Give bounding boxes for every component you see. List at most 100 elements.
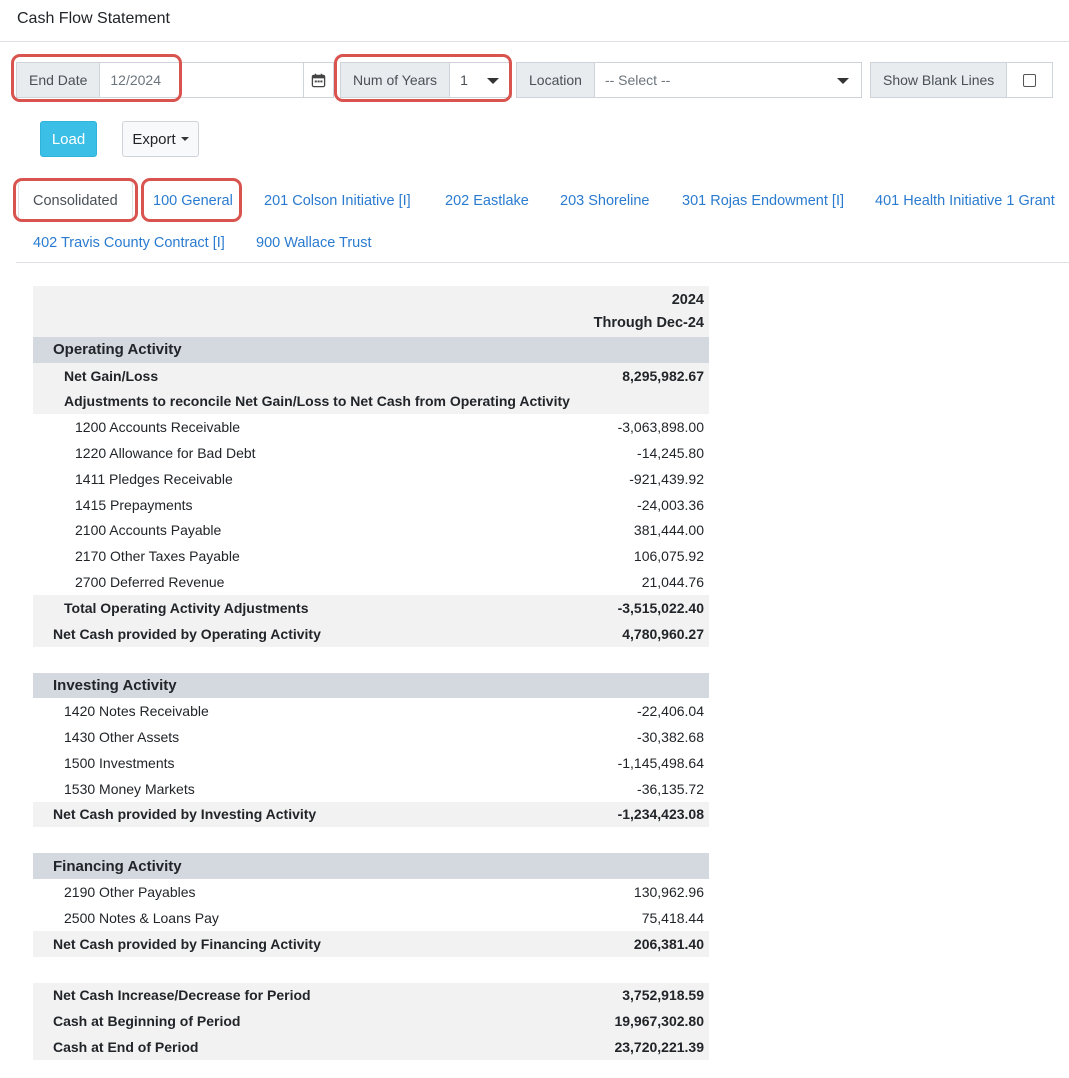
tab-301-rojas[interactable]: 301 Rojas Endowment [I]	[682, 193, 844, 209]
table-row: 2100 Accounts Payable 381,444.00	[33, 518, 709, 544]
net-increase-row: Net Cash Increase/Decrease for Period 3,…	[33, 982, 709, 1009]
net-gain-row: Net Gain/Loss 8,295,982.67	[33, 362, 709, 389]
tab-100-general[interactable]: 100 General	[153, 193, 233, 209]
tab-401-health[interactable]: 401 Health Initiative 1 Grant	[875, 193, 1055, 209]
row-value: -36,135.72	[637, 780, 704, 797]
row-value: 21,044.76	[641, 574, 704, 591]
table-row: 1430 Other Assets -30,382.68	[33, 724, 709, 750]
row-label: 1500 Investments	[64, 754, 175, 771]
export-button[interactable]: Export	[122, 121, 199, 157]
table-row: 2500 Notes & Loans Pay 75,418.44	[33, 905, 709, 931]
table-row: 1411 Pledges Receivable -921,439.92	[33, 466, 709, 492]
chevron-down-icon	[487, 78, 500, 84]
section-title: Investing Activity	[53, 676, 177, 694]
table-row: 1420 Notes Receivable -22,406.04	[33, 698, 709, 724]
row-label: 1530 Money Markets	[64, 780, 195, 797]
page-title: Cash Flow Statement	[17, 10, 170, 27]
row-label: 1430 Other Assets	[64, 729, 180, 746]
row-value: -1,234,423.08	[617, 806, 704, 823]
tab-203-shoreline[interactable]: 203 Shoreline	[560, 193, 650, 209]
column-year: 2024	[671, 291, 704, 308]
table-row: 1415 Prepayments -24,003.36	[33, 492, 709, 518]
row-value: -1,145,498.64	[617, 754, 704, 771]
row-label: 1200 Accounts Receivable	[75, 419, 240, 436]
row-label: 1411 Pledges Receivable	[75, 470, 233, 487]
row-value: 130,962.96	[633, 884, 704, 901]
table-row: 2700 Deferred Revenue 21,044.76	[33, 569, 709, 595]
row-label: Net Cash provided by Financing Activity	[53, 935, 321, 952]
calendar-button[interactable]	[304, 62, 335, 98]
row-label: 2190 Other Payables	[64, 884, 196, 901]
end-date-input[interactable]: 12/2024	[100, 62, 305, 98]
tab-202-eastlake[interactable]: 202 Eastlake	[445, 193, 529, 209]
caret-down-icon	[180, 137, 189, 141]
tab-consolidated[interactable]: Consolidated	[18, 180, 133, 222]
row-value: 3,752,918.59	[622, 987, 704, 1004]
row-label: Total Operating Activity Adjustments	[64, 599, 309, 616]
column-period: Through Dec-24	[593, 314, 704, 331]
show-blank-lines-toggle[interactable]	[1007, 62, 1054, 98]
row-label: 1220 Allowance for Bad Debt	[75, 445, 256, 462]
section-title: Financing Activity	[53, 857, 182, 875]
row-value: -921,439.92	[629, 470, 704, 487]
row-value: 8,295,982.67	[622, 367, 704, 384]
table-row: 1530 Money Markets -36,135.72	[33, 776, 709, 802]
net-financing-row: Net Cash provided by Financing Activity …	[33, 930, 709, 957]
row-label: Net Cash provided by Investing Activity	[53, 806, 317, 823]
row-value: 19,967,302.80	[614, 1013, 704, 1030]
net-investing-row: Net Cash provided by Investing Activity …	[33, 801, 709, 828]
end-date-label: End Date	[16, 62, 101, 98]
row-value: -3,515,022.40	[617, 599, 704, 616]
export-label: Export	[132, 130, 176, 148]
row-label: Cash at End of Period	[53, 1039, 199, 1056]
location-group: Location -- Select --	[516, 62, 862, 98]
chevron-down-icon	[836, 78, 849, 84]
row-label: Net Gain/Loss	[64, 367, 159, 384]
load-button[interactable]: Load	[40, 121, 97, 157]
row-value: -30,382.68	[637, 729, 704, 746]
num-years-select[interactable]: 1	[450, 62, 513, 98]
tabs-divider	[16, 262, 1069, 263]
end-date-value: 12/2024	[110, 72, 161, 88]
row-label: 2100 Accounts Payable	[75, 522, 222, 539]
net-operating-row: Net Cash provided by Operating Activity …	[33, 620, 709, 647]
tab-201-colson[interactable]: 201 Colson Initiative [I]	[264, 193, 411, 209]
num-years-label: Num of Years	[340, 62, 451, 98]
row-label: 1420 Notes Receivable	[64, 703, 209, 720]
row-value: -3,063,898.00	[617, 419, 704, 436]
row-value: 106,075.92	[633, 548, 704, 565]
section-title: Operating Activity	[53, 341, 182, 359]
report-column-header: 2024 Through Dec-24	[33, 286, 709, 337]
row-value: 4,780,960.27	[622, 625, 704, 642]
row-value: -24,003.36	[637, 496, 704, 513]
row-label: 2700 Deferred Revenue	[75, 574, 225, 591]
row-label: 2500 Notes & Loans Pay	[64, 909, 219, 926]
cash-flow-report: 2024 Through Dec-24 Operating Activity N…	[33, 286, 709, 1060]
cash-end-row: Cash at End of Period 23,720,221.39	[33, 1034, 709, 1060]
adjustments-header-row: Adjustments to reconcile Net Gain/Loss t…	[33, 388, 709, 415]
row-value: 23,720,221.39	[614, 1039, 704, 1056]
tab-402-travis[interactable]: 402 Travis County Contract [I]	[33, 235, 225, 251]
row-label: 1415 Prepayments	[75, 496, 193, 513]
tab-900-wallace[interactable]: 900 Wallace Trust	[256, 235, 372, 251]
row-value: 381,444.00	[633, 522, 704, 539]
cash-beginning-row: Cash at Beginning of Period 19,967,302.8…	[33, 1008, 709, 1035]
show-blank-lines-checkbox[interactable]	[1023, 73, 1037, 87]
end-date-group: End Date 12/2024	[16, 62, 335, 98]
show-blank-lines-group: Show Blank Lines	[870, 62, 1054, 98]
section-header-investing: Investing Activity	[33, 672, 709, 699]
row-label: Cash at Beginning of Period	[53, 1013, 241, 1030]
table-row: 2170 Other Taxes Payable 106,075.92	[33, 543, 709, 569]
row-value: 75,418.44	[641, 909, 704, 926]
num-years-group: Num of Years 1	[340, 62, 513, 98]
page-header: Cash Flow Statement	[0, 0, 1069, 42]
section-header-operating: Operating Activity	[33, 337, 709, 363]
table-row: 1200 Accounts Receivable -3,063,898.00	[33, 414, 709, 440]
section-header-financing: Financing Activity	[33, 853, 709, 880]
row-label: Net Cash provided by Operating Activity	[53, 625, 321, 642]
row-label: Net Cash Increase/Decrease for Period	[53, 987, 311, 1004]
row-label: 2170 Other Taxes Payable	[75, 548, 240, 565]
location-select[interactable]: -- Select --	[594, 62, 862, 98]
calendar-icon	[312, 73, 326, 87]
